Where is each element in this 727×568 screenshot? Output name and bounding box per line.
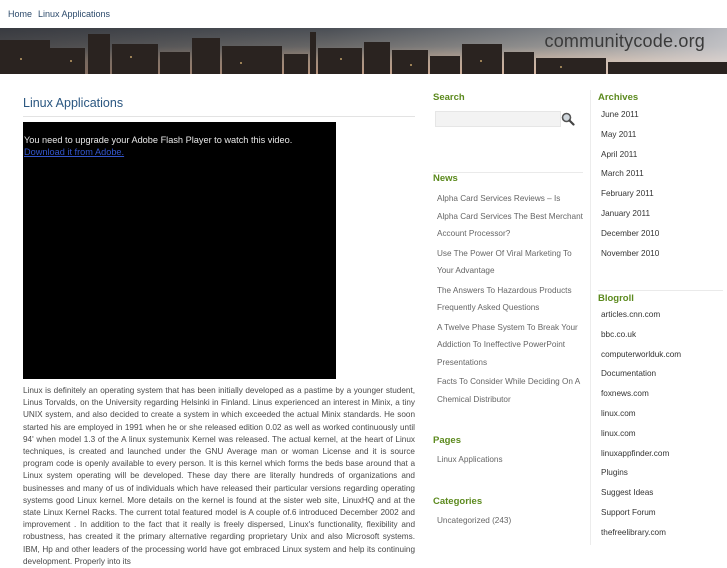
blogroll-link[interactable]: foxnews.com [601, 389, 681, 409]
flash-video-player[interactable]: You need to upgrade your Adobe Flash Pla… [23, 122, 336, 379]
news-item[interactable]: Alpha Card Services Reviews – Is Alpha C… [437, 190, 583, 243]
archive-link[interactable]: March 2011 [601, 169, 659, 189]
blogroll-link[interactable]: Suggest Ideas [601, 488, 681, 508]
blogroll-heading: Blogroll [598, 290, 723, 307]
blogroll-link[interactable]: linuxappfinder.com [601, 449, 681, 469]
blogroll-link[interactable]: linux.com [601, 409, 681, 429]
blogroll-link[interactable]: bbc.co.uk [601, 330, 681, 350]
blogroll-link[interactable]: linux.com [601, 429, 681, 449]
header-banner: communitycode.org [0, 28, 727, 74]
article-body: Linux is definitely an operating system … [23, 386, 415, 566]
pages-heading: Pages [433, 435, 461, 446]
news-list: Alpha Card Services Reviews – Is Alpha C… [437, 190, 583, 410]
flash-download-link[interactable]: Download it from Adobe. [24, 147, 124, 157]
nav-home-link[interactable]: Home [8, 9, 32, 19]
blogroll-list: articles.cnn.com bbc.co.uk computerworld… [601, 310, 681, 548]
archive-link[interactable]: February 2011 [601, 189, 659, 209]
blogroll-link[interactable]: articles.cnn.com [601, 310, 681, 330]
archives-list: June 2011 May 2011 April 2011 March 2011… [601, 110, 659, 268]
news-item[interactable]: Facts To Consider While Deciding On A Ch… [437, 373, 583, 408]
blogroll-link[interactable]: Plugins [601, 468, 681, 488]
news-item[interactable]: The Answers To Hazardous Products Freque… [437, 282, 583, 317]
search-button[interactable] [558, 110, 578, 128]
sidebar-primary: Search News Alpha Card Services Reviews … [433, 92, 583, 525]
page-link-linux-applications[interactable]: Linux Applications [437, 455, 503, 464]
blogroll-link[interactable]: Support Forum [601, 508, 681, 528]
category-link-uncategorized[interactable]: Uncategorized (243) [437, 516, 511, 525]
search-input[interactable] [435, 111, 561, 127]
blogroll-link[interactable]: computerworlduk.com [601, 350, 681, 370]
page-title: Linux Applications [23, 96, 415, 117]
archive-link[interactable]: December 2010 [601, 229, 659, 249]
magnifier-icon [561, 112, 575, 126]
nav-linux-applications-link[interactable]: Linux Applications [38, 9, 110, 19]
archive-link[interactable]: January 2011 [601, 209, 659, 229]
archive-link[interactable]: May 2011 [601, 130, 659, 150]
sidebar-secondary: Archives June 2011 May 2011 April 2011 M… [598, 92, 723, 537]
news-item[interactable]: Use The Power Of Viral Marketing To Your… [437, 245, 583, 280]
main-content: Linux Applications You need to upgrade y… [23, 92, 415, 566]
news-item[interactable]: A Twelve Phase System To Break Your Addi… [437, 319, 583, 372]
archive-link[interactable]: April 2011 [601, 150, 659, 170]
categories-list: Uncategorized (243) [437, 516, 511, 525]
archives-heading: Archives [598, 92, 639, 103]
top-nav: Home Linux Applications [0, 0, 727, 28]
news-heading: News [433, 172, 583, 187]
search-heading: Search [433, 92, 465, 103]
sidebar-divider [590, 90, 591, 545]
flash-upgrade-message: You need to upgrade your Adobe Flash Pla… [24, 135, 293, 145]
pages-list: Linux Applications [437, 455, 503, 464]
blogroll-link[interactable]: Documentation [601, 369, 681, 389]
archive-link[interactable]: June 2011 [601, 110, 659, 130]
archive-link[interactable]: November 2010 [601, 249, 659, 269]
categories-heading: Categories [433, 496, 483, 507]
site-brand[interactable]: communitycode.org [545, 31, 705, 52]
